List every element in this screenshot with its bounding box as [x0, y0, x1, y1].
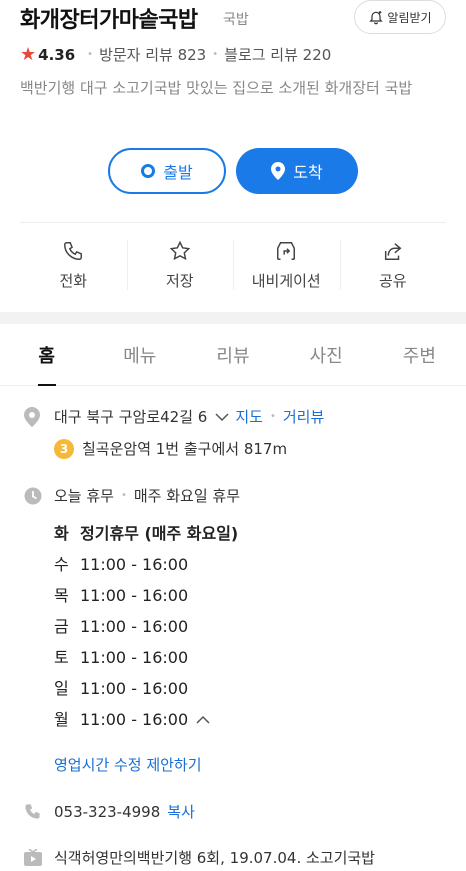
hours-status-row[interactable]: 오늘 휴무 • 매주 화요일 휴무: [24, 485, 240, 506]
phone-row: 053-323-4998 복사: [24, 801, 195, 822]
hours-row: 수 11:00 - 16:00: [54, 549, 238, 580]
tab-home[interactable]: 홈: [0, 324, 93, 386]
separator-dot: •: [120, 490, 127, 501]
hours-day: 수: [54, 555, 69, 574]
tv-icon: [24, 848, 54, 867]
closed-note: 매주 화요일 휴무: [133, 487, 241, 505]
action-save[interactable]: 저장: [126, 230, 234, 300]
star-icon: [169, 240, 191, 260]
share-icon: [384, 242, 402, 260]
subway-row: 3 칠곡운암역 1번 출구에서 817m: [54, 438, 287, 459]
subway-text: 칠곡운암역 1번 출구에서 817m: [82, 440, 288, 458]
hours-day: 화: [54, 524, 69, 543]
hours-time: 11:00 - 16:00: [80, 617, 189, 636]
hours-time: 정기휴무 (매주 화요일): [80, 524, 239, 543]
tab-photos[interactable]: 사진: [280, 324, 373, 385]
hours-time: 11:00 - 16:00: [80, 679, 189, 698]
hours-day: 월: [54, 710, 69, 729]
arrive-route-button[interactable]: 도착: [236, 148, 358, 194]
address-row: 대구 북구 구암로42길 6 지도 • 거리뷰: [24, 406, 324, 427]
copy-link[interactable]: 복사: [167, 801, 195, 822]
place-description: 백반기행 대구 소고기국밥 맛있는 집으로 소개된 화개장터 국밥: [20, 79, 413, 97]
address-text: 대구 북구 구암로42길 6: [54, 408, 208, 426]
alarm-button[interactable]: 알림받기: [354, 0, 446, 34]
place-category: 국밥: [223, 12, 249, 28]
hours-row: 목 11:00 - 16:00: [54, 580, 238, 611]
hours-day: 토: [54, 648, 69, 667]
divider: [20, 222, 446, 223]
hours-list: 화 정기휴무 (매주 화요일) 수 11:00 - 16:00 목 11:00 - 1…: [54, 518, 238, 735]
phone-icon: [24, 803, 54, 820]
arrive-label: 도착: [293, 163, 323, 182]
blog-reviews-link[interactable]: 블로그 리뷰 220: [224, 44, 331, 65]
street-view-link[interactable]: 거리뷰: [283, 406, 324, 427]
map-link[interactable]: 지도: [235, 406, 263, 427]
separator-dot: •: [269, 411, 276, 422]
navigation-icon: [277, 241, 296, 260]
action-label: 공유: [378, 271, 407, 290]
hours-time: 11:00 - 16:00: [80, 586, 189, 605]
start-label: 출발: [163, 163, 193, 182]
bell-plus-icon: [369, 11, 384, 25]
hours-row: 금 11:00 - 16:00: [54, 611, 238, 642]
section-gap: [0, 312, 466, 324]
today-status: 오늘 휴무: [54, 487, 114, 505]
suggest-hours-edit-link[interactable]: 영업시간 수정 제안하기: [54, 754, 202, 775]
hours-day: 목: [54, 586, 69, 605]
destination-pin-icon: [271, 162, 286, 180]
action-call[interactable]: 전화: [20, 230, 127, 300]
hours-row: 일 11:00 - 16:00: [54, 673, 238, 704]
tv-appearance-text: 식객허영만의백반기행 6회, 19.07.04. 소고기국밥: [54, 849, 375, 867]
hours-row[interactable]: 월 11:00 - 16:00: [54, 704, 238, 735]
rating-score: 4.36: [38, 45, 76, 64]
hours-day: 금: [54, 617, 69, 636]
action-share[interactable]: 공유: [339, 230, 447, 300]
tab-bar: 홈 메뉴 리뷰 사진 주변: [0, 324, 466, 386]
chevron-up-icon[interactable]: [196, 704, 210, 735]
chevron-down-icon[interactable]: [215, 412, 229, 422]
separator-dot: •: [87, 49, 94, 60]
subway-line-badge: 3: [54, 438, 74, 459]
action-label: 저장: [165, 271, 194, 290]
action-bar: 전화 저장 내비게이션 공유: [20, 230, 446, 300]
phone-icon: [64, 241, 83, 260]
place-title: 화개장터가마솥국밥: [20, 8, 198, 33]
clock-icon: [24, 487, 54, 505]
start-route-button[interactable]: 출발: [108, 148, 226, 194]
tab-reviews[interactable]: 리뷰: [186, 324, 279, 385]
separator-dot: •: [212, 49, 219, 60]
route-buttons: 출발 도착: [108, 148, 358, 194]
hours-time: 11:00 - 16:00: [80, 648, 189, 667]
origin-dot-icon: [141, 164, 156, 178]
hours-row: 화 정기휴무 (매주 화요일): [54, 518, 238, 549]
tv-row: 식객허영만의백반기행 6회, 19.07.04. 소고기국밥: [24, 847, 375, 868]
hours-row: 토 11:00 - 16:00: [54, 642, 238, 673]
action-label: 내비게이션: [251, 271, 321, 290]
tab-nearby[interactable]: 주변: [373, 324, 466, 385]
visitor-reviews-link[interactable]: 방문자 리뷰 823: [99, 44, 206, 65]
action-navigation[interactable]: 내비게이션: [233, 230, 340, 300]
alarm-label: 알림받기: [387, 10, 432, 25]
hours-time: 11:00 - 16:00: [80, 710, 189, 729]
phone-number[interactable]: 053-323-4998: [54, 803, 160, 821]
tab-menu[interactable]: 메뉴: [93, 324, 186, 385]
rating-row: ★ 4.36 • 방문자 리뷰 823 • 블로그 리뷰 220: [20, 44, 331, 65]
rating-star-icon: ★: [20, 44, 37, 65]
action-label: 전화: [59, 271, 88, 290]
hours-time: 11:00 - 16:00: [80, 555, 189, 574]
hours-day: 일: [54, 679, 69, 698]
location-pin-icon: [24, 406, 54, 427]
